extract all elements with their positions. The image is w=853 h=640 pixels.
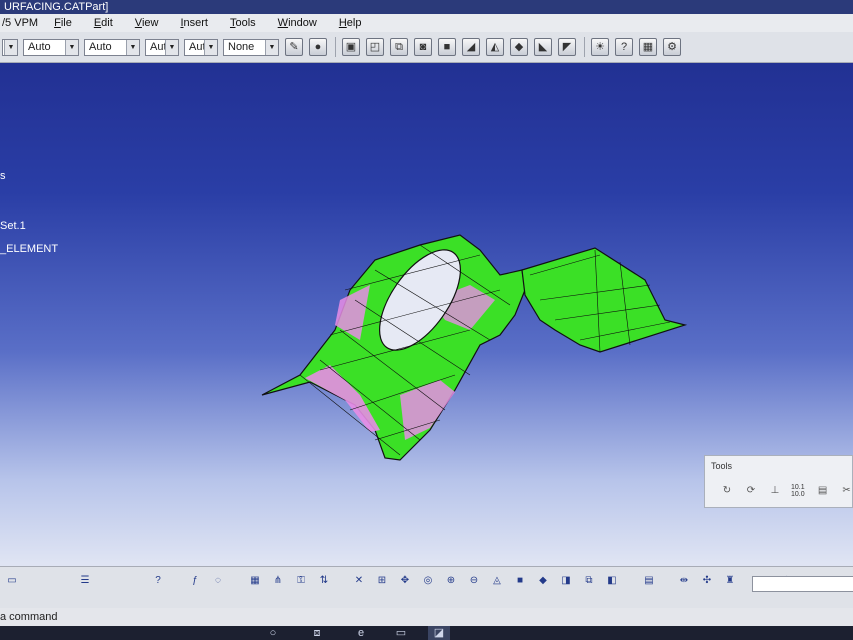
fit-icon[interactable]: ✕ [351,573,367,589]
refresh-icon[interactable]: ⟳ [743,483,759,499]
question-icon[interactable]: ? [150,573,166,589]
measure-icon[interactable]: ⇹ [676,573,692,589]
rotate-icon[interactable]: ✥ [397,573,413,589]
catia-screen: URFACING.CATPart] /5 VPM File Edit View … [0,0,853,640]
box-view-icon[interactable]: ■ [512,573,528,589]
formula-icon[interactable]: ƒ [187,573,203,589]
tools-panel[interactable]: Tools ↻ ⟳ ⊥ 10.1 10.0 ▤ ✂ [704,455,853,508]
move-icon[interactable]: ⇅ [316,573,332,589]
catalog-icon[interactable]: ▤ [815,483,831,499]
axis-icon[interactable]: ⊥ [767,483,783,499]
comment-icon[interactable]: ◌ [210,573,226,589]
bottom-toolbar-strip: ▭ ☰ ? ƒ ◌ ▦ ⋔ ⚿ ⇅ ✕ ⊞ ✥ ◎ ⊕ ⊖ ◬ ■ ◆ ◨ ⧉ … [0,573,803,589]
catia-taskbar-icon[interactable]: ◪ [428,626,450,640]
list-icon[interactable]: ☰ [77,573,93,589]
part-right-box [521,247,688,353]
zoom-in-icon[interactable]: ⊕ [443,573,459,589]
bottle-icon[interactable]: ♜ [722,573,738,589]
3d-part-model[interactable] [0,0,853,640]
scissors-icon[interactable]: ✂ [839,483,853,499]
bottom-toolbar: ▭ ☰ ? ƒ ◌ ▦ ⋔ ⚿ ⇅ ✕ ⊞ ✥ ◎ ⊕ ⊖ ◬ ■ ◆ ◨ ⧉ … [0,566,853,609]
table-icon[interactable]: ▦ [247,573,263,589]
tools-panel-title: Tools [711,461,733,471]
lock-icon[interactable]: ⚿ [293,573,309,589]
coordinate-readout: 10.1 10.0 [791,484,805,498]
catalog-icon[interactable]: ▤ [641,573,657,589]
zoom-out-icon[interactable]: ⊖ [466,573,482,589]
show-hide-icon[interactable]: ◨ [558,573,574,589]
folder-icon[interactable]: ▭ [390,626,412,640]
coordinate-readout-top: 10.1 [791,484,805,491]
coordinate-readout-bottom: 10.0 [791,491,805,498]
search-icon[interactable]: ○ [262,626,284,640]
tools-panel-row: ↻ ⟳ ⊥ 10.1 10.0 ▤ ✂ [719,483,853,499]
update-icon[interactable]: ↻ [719,483,735,499]
task-view-icon[interactable]: ⧈ [306,626,328,640]
iso-view-icon[interactable]: ◬ [489,573,505,589]
cube-icon[interactable]: ◆ [535,573,551,589]
command-input[interactable] [752,576,853,592]
pan-icon[interactable]: ⊞ [374,573,390,589]
shaded-icon[interactable]: ◧ [604,573,620,589]
compass-icon[interactable]: ✣ [699,573,715,589]
print-icon[interactable]: ▭ [4,573,20,589]
network-icon[interactable]: ⋔ [270,573,286,589]
swap-icon[interactable]: ⧉ [581,573,597,589]
command-bar: a command [0,576,853,626]
normal-view-icon[interactable]: ◎ [420,573,436,589]
command-label: a command [0,611,58,623]
os-taskbar: ○ ⧈ e ▭ ◪ [0,626,853,640]
browser-icon[interactable]: e [350,626,372,640]
